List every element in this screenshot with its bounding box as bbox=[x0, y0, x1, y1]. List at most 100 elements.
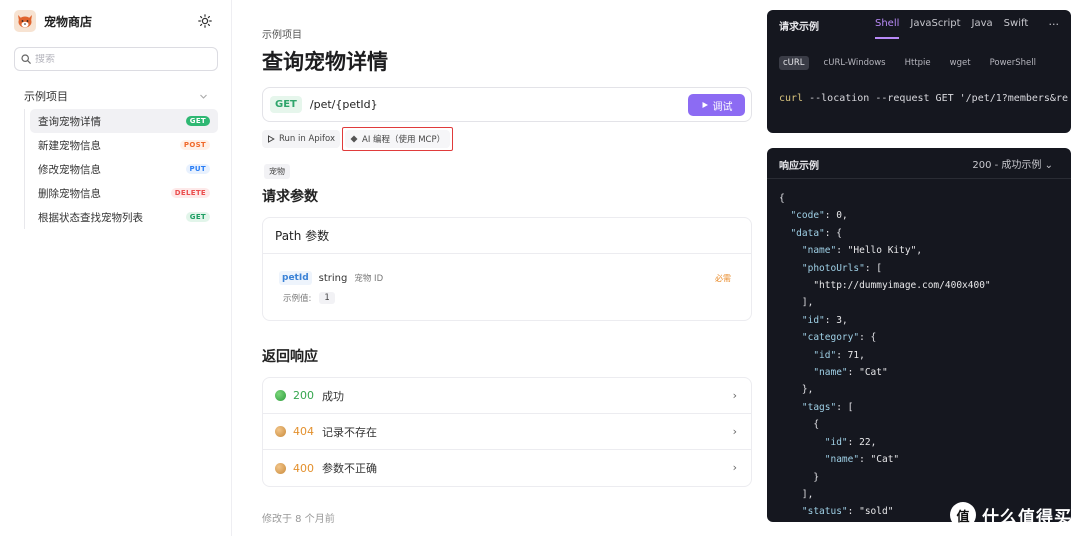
response-selector-label: 200 - 成功示例 bbox=[972, 160, 1042, 171]
chevron-down-icon bbox=[200, 94, 207, 99]
diamond-icon bbox=[350, 135, 358, 143]
response-code: 400 bbox=[293, 461, 314, 475]
active-tab-indicator bbox=[875, 37, 899, 39]
tab-javascript[interactable]: JavaScript bbox=[910, 18, 960, 29]
sidebar-item-label: 根据状态查找宠物列表 bbox=[38, 211, 143, 224]
watermark: 值 什么值得买 bbox=[950, 502, 1072, 528]
sidebar-nav-list: 查询宠物详情 GET 新建宠物信息 POST 修改宠物信息 PUT 删除宠物信息… bbox=[30, 109, 218, 229]
sidebar-item-get-pet[interactable]: 查询宠物详情 GET bbox=[30, 109, 218, 133]
response-example-selector[interactable]: 200 - 成功示例 ⌄ bbox=[972, 156, 1053, 171]
watermark-text: 什么值得买 bbox=[982, 507, 1072, 528]
method-badge: PUT bbox=[185, 164, 210, 174]
sidebar-item-label: 修改宠物信息 bbox=[38, 163, 101, 176]
tab-swift[interactable]: Swift bbox=[1004, 18, 1029, 29]
sub-tab-powershell[interactable]: PowerShell bbox=[986, 56, 1040, 70]
example-row: 示例值: 1 bbox=[283, 292, 335, 304]
method-badge: GET bbox=[185, 116, 210, 126]
fox-logo-icon bbox=[14, 10, 36, 32]
tab-java[interactable]: Java bbox=[972, 18, 993, 29]
response-json[interactable]: { "code": 0, "data": { "name": "Hello Ki… bbox=[779, 190, 991, 521]
more-icon[interactable]: ··· bbox=[1049, 18, 1060, 31]
breadcrumb[interactable]: 示例项目 bbox=[262, 26, 302, 41]
sidebar-item-label: 删除宠物信息 bbox=[38, 187, 101, 200]
status-dot-orange-icon bbox=[275, 426, 286, 437]
sidebar-group-header[interactable]: 示例项目 bbox=[14, 86, 218, 106]
tag-chip[interactable]: 宠物 bbox=[264, 164, 290, 179]
responses-title: 返回响应 bbox=[262, 349, 318, 365]
tab-shell[interactable]: Shell bbox=[875, 18, 899, 29]
debug-button[interactable]: 调试 bbox=[688, 94, 745, 116]
status-dot-green-icon bbox=[275, 390, 286, 401]
example-value: 1 bbox=[319, 292, 335, 304]
response-list: 200 成功 › 404 记录不存在 › 400 参数不正确 › bbox=[262, 377, 752, 487]
response-code: 404 bbox=[293, 425, 314, 438]
curl-args: --location --request GET '/pet/1?members… bbox=[803, 93, 1068, 104]
response-example-panel: 响应示例 200 - 成功示例 ⌄ { "code": 0, "data": {… bbox=[767, 148, 1071, 522]
curl-command[interactable]: curl --location --request GET '/pet/1?me… bbox=[779, 93, 1069, 104]
sub-tab-httpie[interactable]: Httpie bbox=[901, 56, 935, 70]
sub-tab-wget[interactable]: wget bbox=[946, 56, 975, 70]
response-example-title: 响应示例 bbox=[779, 161, 819, 172]
search-icon bbox=[21, 54, 31, 64]
main-content: 示例项目 查询宠物详情 GET /pet/{petId} 调试 Run in A… bbox=[262, 0, 752, 536]
param-name: petId bbox=[279, 271, 312, 285]
chevron-right-icon: › bbox=[732, 461, 737, 474]
ai-mcp-label: AI 编程（使用 MCP） bbox=[362, 135, 446, 145]
response-item-200[interactable]: 200 成功 › bbox=[263, 378, 751, 414]
tool-row: Run in Apifox AI 编程（使用 MCP） bbox=[262, 127, 454, 151]
play-icon bbox=[702, 102, 708, 108]
path-params-title: Path 参数 bbox=[263, 218, 751, 254]
client-sub-tabs: cURL cURL-Windows Httpie wget PowerShell bbox=[779, 56, 1051, 70]
search-box[interactable] bbox=[14, 47, 218, 71]
theme-toggle-button[interactable] bbox=[196, 12, 214, 30]
path-params-card: Path 参数 petId string 宠物 ID 必需 示例值: 1 bbox=[262, 217, 752, 321]
sidebar-item-delete-pet[interactable]: 删除宠物信息 DELETE bbox=[30, 181, 218, 205]
param-row: petId string 宠物 ID bbox=[279, 271, 383, 285]
response-text: 成功 bbox=[322, 389, 344, 403]
sidebar-item-label: 新建宠物信息 bbox=[38, 139, 101, 152]
method-tag: GET bbox=[270, 96, 302, 113]
chevron-right-icon: › bbox=[732, 425, 737, 438]
param-description: 宠物 ID bbox=[354, 274, 384, 284]
status-dot-orange-icon bbox=[275, 462, 286, 474]
response-text: 记录不存在 bbox=[322, 425, 377, 439]
sidebar-item-label: 查询宠物详情 bbox=[38, 115, 101, 128]
tree-guide-line bbox=[24, 109, 25, 229]
sidebar-item-find-by-status[interactable]: 根据状态查找宠物列表 GET bbox=[30, 205, 218, 229]
debug-button-label: 调试 bbox=[712, 101, 733, 113]
play-outline-icon bbox=[268, 135, 275, 143]
response-code: 200 bbox=[293, 389, 314, 402]
url-bar: GET /pet/{petId} 调试 bbox=[262, 87, 752, 122]
search-input[interactable] bbox=[35, 53, 205, 65]
sub-tab-curl[interactable]: cURL bbox=[779, 56, 809, 70]
ai-mcp-button[interactable]: AI 编程（使用 MCP） bbox=[345, 130, 451, 148]
required-label: 必需 bbox=[715, 274, 731, 283]
response-item-404[interactable]: 404 记录不存在 › bbox=[263, 414, 751, 450]
response-item-400[interactable]: 400 参数不正确 › bbox=[263, 450, 751, 486]
sidebar-item-update-pet[interactable]: 修改宠物信息 PUT bbox=[30, 157, 218, 181]
brand: 宠物商店 bbox=[14, 10, 92, 32]
mcp-highlight-box: AI 编程（使用 MCP） bbox=[342, 127, 454, 151]
example-label: 示例值: bbox=[283, 294, 312, 304]
sub-tab-curl-windows[interactable]: cURL-Windows bbox=[820, 56, 890, 70]
request-params-title: 请求参数 bbox=[262, 189, 318, 205]
chevron-right-icon: › bbox=[732, 389, 737, 402]
sidebar: 宠物商店 示例项目 查询宠物详情 GET bbox=[0, 0, 232, 536]
response-text: 参数不正确 bbox=[322, 462, 377, 475]
modified-time: 修改于 8 个月前 bbox=[262, 514, 335, 525]
sun-icon bbox=[198, 14, 212, 28]
request-example-title: 请求示例 bbox=[779, 22, 819, 33]
method-badge: POST bbox=[179, 140, 210, 150]
chevron-down-icon: ⌄ bbox=[1044, 160, 1053, 171]
request-example-panel: 请求示例 Shell JavaScript Java Swift ··· cUR… bbox=[767, 10, 1071, 133]
curl-keyword: curl bbox=[779, 93, 804, 104]
sidebar-group-label: 示例项目 bbox=[24, 90, 68, 103]
run-in-apifox-button[interactable]: Run in Apifox bbox=[262, 130, 340, 148]
sidebar-item-create-pet[interactable]: 新建宠物信息 POST bbox=[30, 133, 218, 157]
run-in-apifox-label: Run in Apifox bbox=[279, 134, 335, 144]
page-title: 查询宠物详情 bbox=[262, 50, 388, 74]
app-title: 宠物商店 bbox=[44, 14, 93, 29]
endpoint-path: /pet/{petId} bbox=[309, 98, 378, 111]
method-badge: GET bbox=[185, 212, 210, 222]
watermark-logo: 值 bbox=[950, 502, 976, 528]
